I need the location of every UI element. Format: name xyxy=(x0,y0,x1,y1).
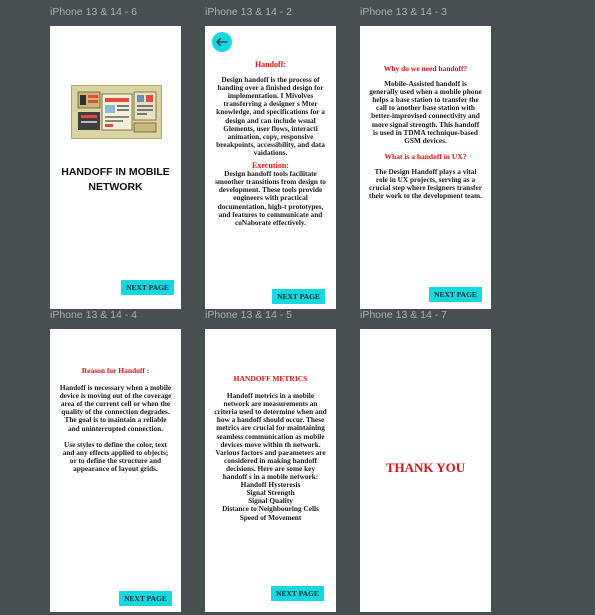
next-page-button[interactable]: NEXT PAGE xyxy=(429,287,482,302)
reason-section: Reason for Handoff : Handoff is necessar… xyxy=(59,366,172,473)
back-button[interactable] xyxy=(212,32,232,52)
handoff-illustration xyxy=(71,85,162,139)
execution-text: Design handoff tools facilitate smoother… xyxy=(215,169,326,227)
next-page-button[interactable]: NEXT PAGE xyxy=(272,289,325,304)
illustration-icon xyxy=(72,86,161,138)
styles-text: Use styles to define the color, text and… xyxy=(62,439,169,473)
frame-iphone-7[interactable]: THANK YOU xyxy=(360,329,491,612)
frame-label-4[interactable]: iPhone 13 & 14 - 4 xyxy=(50,309,137,321)
reason-text: Handoff is necessary when a mobile devic… xyxy=(59,383,172,433)
ux-heading: What is a handoff in UX? xyxy=(384,151,467,161)
frame-label-5[interactable]: iPhone 13 & 14 - 5 xyxy=(205,309,292,321)
handoff-text: Design handoff is the process of handing… xyxy=(216,75,325,157)
frame-label-6[interactable]: iPhone 13 & 14 - 6 xyxy=(50,6,137,18)
reason-heading: Reason for Handoff : xyxy=(81,366,150,375)
metrics-heading: HANDOFF METRICS xyxy=(233,374,308,383)
arrow-left-icon xyxy=(216,37,228,47)
next-page-button[interactable]: NEXT PAGE xyxy=(119,591,172,606)
frame-iphone-4[interactable]: Reason for Handoff : Handoff is necessar… xyxy=(50,329,181,612)
metrics-section: HANDOFF METRICS Handoff metrics in a mob… xyxy=(214,374,327,522)
frame-iphone-2[interactable]: Handoff: Design handoff is the process o… xyxy=(205,26,336,309)
page-title: HANDOFF IN MOBILE NETWORK xyxy=(61,166,170,193)
handoff-section: Handoff: Design handoff is the process o… xyxy=(214,60,327,227)
next-page-button[interactable]: NEXT PAGE xyxy=(121,280,174,295)
why-section: Why do we need handoff? Mobile-Assisted … xyxy=(369,64,482,201)
frame-label-7[interactable]: iPhone 13 & 14 - 7 xyxy=(360,309,447,321)
frame-iphone-3[interactable]: Why do we need handoff? Mobile-Assisted … xyxy=(360,26,491,309)
next-page-button[interactable]: NEXT PAGE xyxy=(271,586,324,601)
frame-label-2[interactable]: iPhone 13 & 14 - 2 xyxy=(205,6,292,18)
metrics-list-item: Speed of Movement xyxy=(239,512,302,522)
frame-iphone-6[interactable]: HANDOFF IN MOBILE NETWORK NEXT PAGE xyxy=(50,26,181,309)
handoff-heading: Handoff: xyxy=(254,60,287,69)
metrics-text: Handoff metrics in a mobile network are … xyxy=(214,391,327,482)
ux-text: The Design Handoff plays a vital role in… xyxy=(369,166,482,201)
why-text: Mobile-Assisted handoff is generally use… xyxy=(369,79,482,145)
why-heading: Why do we need handoff? xyxy=(383,64,468,73)
frame-label-3[interactable]: iPhone 13 & 14 - 3 xyxy=(360,6,447,18)
thank-you-title: THANK YOU xyxy=(385,460,466,475)
frame-iphone-5[interactable]: HANDOFF METRICS Handoff metrics in a mob… xyxy=(205,329,336,612)
